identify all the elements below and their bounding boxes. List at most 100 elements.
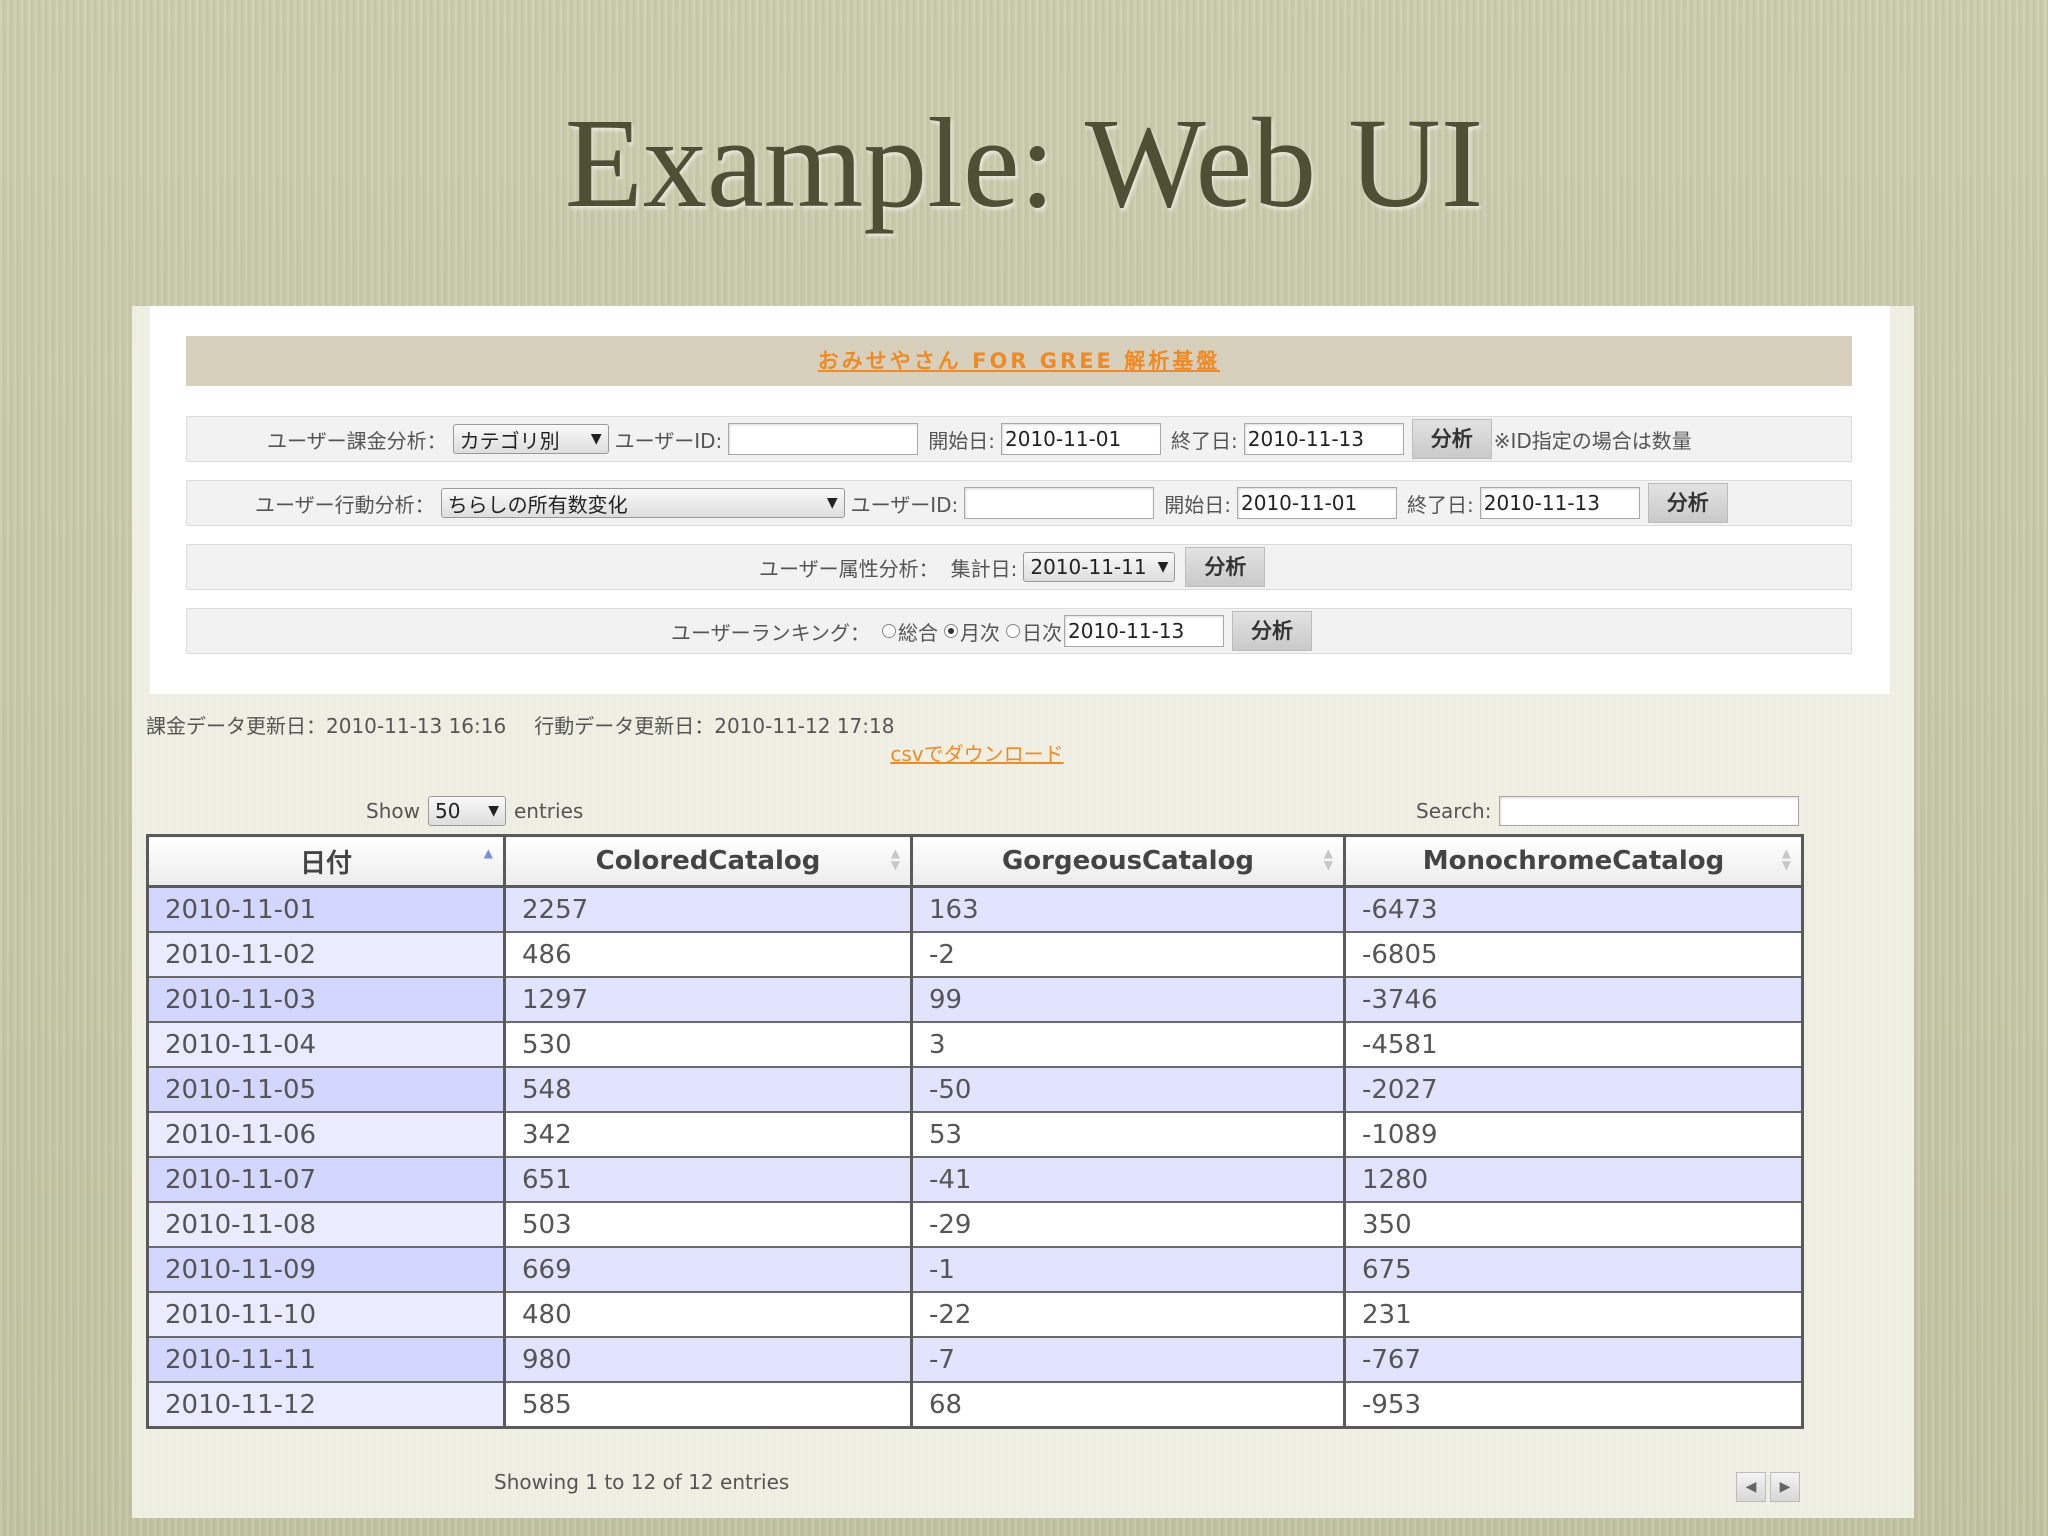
entries-label: entries — [513, 799, 584, 823]
cell-date: 2010-11-06 — [146, 1111, 506, 1157]
column-header-gorgeous[interactable]: GorgeousCatalog ▲ ▼ — [910, 834, 1346, 888]
cell-monochrome: -2027 — [1343, 1066, 1804, 1112]
cell-date: 2010-11-04 — [146, 1021, 506, 1067]
sort-both-icon: ▲ ▼ — [1781, 846, 1791, 872]
sort-asc-icon: ▲ — [483, 846, 493, 860]
column-header-label: 日付 — [299, 848, 352, 879]
analysis-form: おみせやさん FOR GREE 解析基盤 ユーザー課金分析： カテゴリ別 ▼ ユ… — [150, 306, 1890, 694]
cell-colored: 342 — [503, 1111, 913, 1157]
billing-end-label: 終了日: — [1171, 428, 1238, 453]
search-input[interactable] — [1499, 796, 1800, 826]
cell-gorgeous: -1 — [910, 1246, 1346, 1292]
cell-date: 2010-11-03 — [146, 976, 506, 1022]
behavior-updated-text: 行動データ更新日：2010-11-12 17:18 — [534, 714, 895, 738]
behavior-analysis-label: ユーザー行動分析： — [255, 492, 435, 517]
radio-monthly[interactable] — [944, 624, 958, 638]
behavior-analyze-button[interactable]: 分析 — [1647, 483, 1728, 523]
behavior-start-input[interactable]: 2010-11-01 — [1237, 487, 1397, 519]
table-info: Showing 1 to 12 of 12 entries — [494, 1470, 790, 1494]
behavior-type-select[interactable]: ちらしの所有数変化 ▼ — [440, 488, 845, 518]
cell-colored: 480 — [503, 1291, 913, 1337]
billing-start-input[interactable]: 2010-11-01 — [1001, 423, 1161, 455]
table-header-row: 日付 ▲ ColoredCatalog ▲ ▼ GorgeousCatalog ▲… — [146, 834, 1804, 888]
next-page-icon[interactable]: ▶ — [1770, 1472, 1800, 1502]
column-header-label: GorgeousCatalog — [1001, 846, 1255, 876]
behavior-start-label: 開始日: — [1164, 492, 1231, 517]
cell-monochrome: 231 — [1343, 1291, 1804, 1337]
billing-userid-input[interactable] — [728, 423, 919, 455]
cell-colored: 548 — [503, 1066, 913, 1112]
cell-monochrome: -6805 — [1343, 931, 1804, 977]
cell-monochrome: 1280 — [1343, 1156, 1804, 1202]
column-header-date[interactable]: 日付 ▲ — [146, 834, 506, 888]
billing-analysis-row: ユーザー課金分析： カテゴリ別 ▼ ユーザーID: 開始日: 2010-11-0… — [186, 416, 1852, 462]
cell-colored: 530 — [503, 1021, 913, 1067]
cell-gorgeous: -41 — [910, 1156, 1346, 1202]
slide-title: Example: Web UI — [564, 92, 1484, 234]
ranking-label: ユーザーランキング： — [671, 620, 870, 645]
attribute-date-select[interactable]: 2010-11-11 ▼ — [1023, 552, 1176, 582]
entries-select-value: 50 — [434, 799, 461, 823]
cell-colored: 503 — [503, 1201, 913, 1247]
table-row: 2010-11-04 530 3 -4581 — [146, 1021, 1804, 1067]
cell-date: 2010-11-02 — [146, 931, 506, 977]
cell-date: 2010-11-09 — [146, 1246, 506, 1292]
behavior-analysis-row: ユーザー行動分析： ちらしの所有数変化 ▼ ユーザーID: 開始日: 2010-… — [186, 480, 1852, 526]
billing-analyze-button[interactable]: 分析 — [1411, 419, 1492, 459]
app-title-link[interactable]: おみせやさん FOR GREE 解析基盤 — [818, 349, 1220, 373]
table-pagination: ◀ ▶ — [1736, 1472, 1800, 1502]
sort-both-icon: ▲ ▼ — [1323, 846, 1333, 872]
cell-monochrome: 675 — [1343, 1246, 1804, 1292]
csv-download-link[interactable]: csvでダウンロード — [132, 738, 1822, 767]
billing-start-label: 開始日: — [928, 428, 995, 453]
cell-date: 2010-11-05 — [146, 1066, 506, 1112]
app-banner: おみせやさん FOR GREE 解析基盤 — [186, 336, 1852, 386]
billing-note: ※ID指定の場合は数量 — [1493, 428, 1692, 453]
cell-gorgeous: -22 — [910, 1291, 1346, 1337]
billing-category-select[interactable]: カテゴリ別 ▼ — [452, 424, 609, 454]
behavior-userid-input[interactable] — [964, 487, 1155, 519]
radio-daily[interactable] — [1006, 624, 1020, 638]
chevron-down-icon: ▼ — [590, 431, 602, 447]
radio-total[interactable] — [882, 624, 896, 638]
cell-monochrome: -767 — [1343, 1336, 1804, 1382]
cell-monochrome: -1089 — [1343, 1111, 1804, 1157]
attribute-date-label: 集計日: — [950, 556, 1018, 581]
cell-date: 2010-11-07 — [146, 1156, 506, 1202]
table-row: 2010-11-12 585 68 -953 — [146, 1381, 1804, 1428]
table-row: 2010-11-07 651 -41 1280 — [146, 1156, 1804, 1202]
table-row: 2010-11-10 480 -22 231 — [146, 1291, 1804, 1337]
ranking-date-input[interactable]: 2010-11-13 — [1064, 615, 1224, 647]
entries-select[interactable]: 50 ▼ — [427, 796, 506, 826]
cell-colored: 980 — [503, 1336, 913, 1382]
attribute-analysis-label: ユーザー属性分析： — [759, 556, 939, 581]
catalog-data-table: 日付 ▲ ColoredCatalog ▲ ▼ GorgeousCatalog ▲… — [146, 834, 1804, 1429]
cell-colored: 2257 — [503, 885, 913, 932]
column-header-colored[interactable]: ColoredCatalog ▲ ▼ — [503, 834, 913, 888]
behavior-end-input[interactable]: 2010-11-13 — [1479, 487, 1640, 519]
cell-monochrome: -6473 — [1343, 885, 1804, 932]
column-header-monochrome[interactable]: MonochromeCatalog ▲ ▼ — [1343, 834, 1804, 888]
sort-both-icon: ▲ ▼ — [890, 846, 900, 872]
ranking-analyze-button[interactable]: 分析 — [1232, 611, 1312, 651]
cell-monochrome: -3746 — [1343, 976, 1804, 1022]
cell-gorgeous: 53 — [910, 1111, 1346, 1157]
table-row: 2010-11-06 342 53 -1089 — [146, 1111, 1804, 1157]
entries-length-control: Show 50 ▼ entries — [366, 796, 583, 826]
table-row: 2010-11-03 1297 99 -3746 — [146, 976, 1804, 1022]
attribute-analyze-button[interactable]: 分析 — [1185, 547, 1266, 587]
chevron-down-icon: ▼ — [1157, 559, 1169, 575]
chevron-down-icon: ▼ — [488, 803, 499, 819]
behavior-type-value: ちらしの所有数変化 — [447, 492, 628, 517]
radio-total-label: 総合 — [898, 620, 938, 645]
attribute-date-value: 2010-11-11 — [1030, 555, 1147, 579]
search-label: Search: — [1416, 799, 1492, 823]
billing-analysis-label: ユーザー課金分析： — [267, 428, 447, 453]
previous-page-icon[interactable]: ◀ — [1736, 1472, 1766, 1502]
billing-end-input[interactable]: 2010-11-13 — [1243, 423, 1404, 455]
attribute-analysis-row: ユーザー属性分析： 集計日: 2010-11-11 ▼ 分析 — [186, 544, 1852, 590]
cell-gorgeous: 163 — [910, 885, 1346, 932]
cell-gorgeous: 99 — [910, 976, 1346, 1022]
behavior-userid-label: ユーザーID: — [850, 492, 959, 517]
cell-date: 2010-11-08 — [146, 1201, 506, 1247]
